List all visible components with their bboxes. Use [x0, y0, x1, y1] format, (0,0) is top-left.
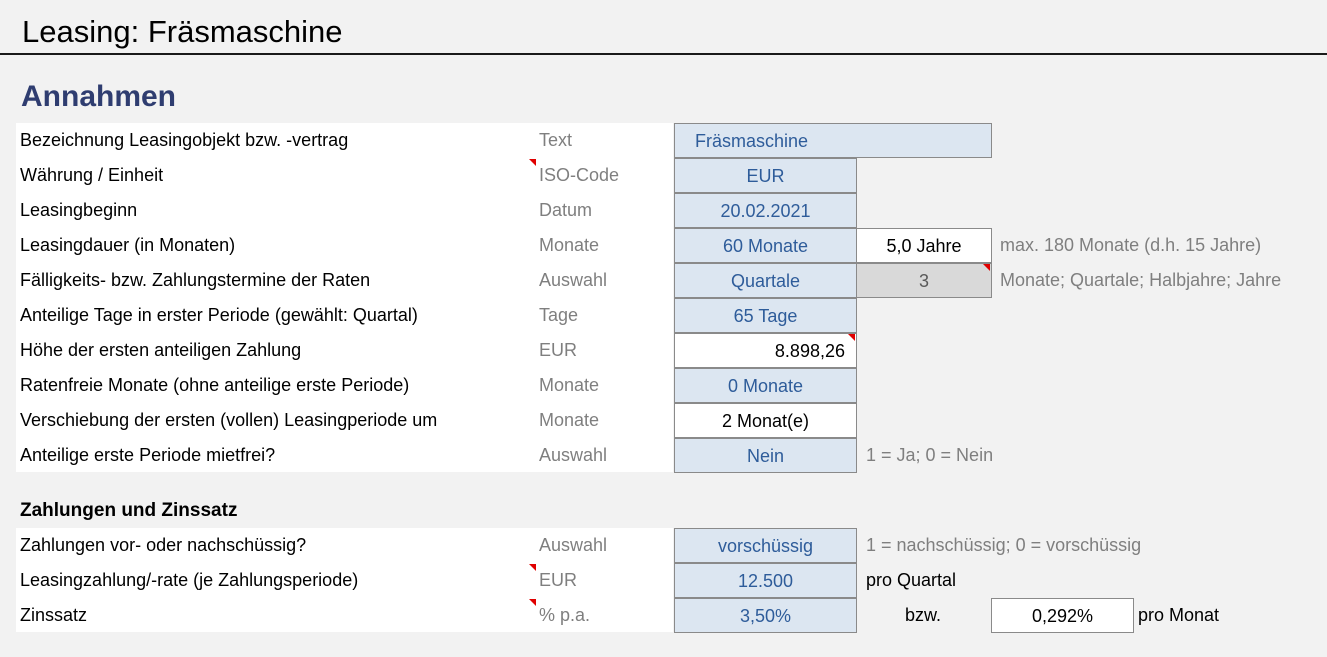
months-per-period[interactable]: 3 [856, 263, 992, 298]
row-unit: Datum [539, 200, 593, 220]
prorated-days-value[interactable]: 65 Tage [674, 298, 857, 333]
row-label: Höhe der ersten anteiligen Zahlung [20, 340, 302, 360]
section-heading-annahmen: Annahmen [21, 80, 177, 113]
row-first-payment: Höhe der ersten anteiligen Zahlung EUR 8… [0, 333, 1327, 368]
row-note: 1 = Ja; 0 = Nein [866, 445, 994, 465]
row-rate-free-months: Ratenfreie Monate (ohne anteilige erste … [0, 368, 1327, 403]
row-interest-rate: Zinssatz % p.a. 3,50% bzw. 0,292% pro Mo… [0, 598, 1327, 633]
row-unit: % p.a. [539, 605, 591, 625]
leasing-object-input[interactable]: Fräsmaschine [674, 123, 992, 158]
row-note: 1 = nachschüssig; 0 = vorschüssig [866, 535, 1142, 555]
row-unit: Text [539, 130, 573, 150]
row-unit: EUR [539, 570, 578, 590]
rate-free-months-input[interactable]: 0 Monate [674, 368, 857, 403]
payment-timing-select[interactable]: vorschüssig [674, 528, 857, 563]
row-unit: Auswahl [539, 535, 608, 555]
row-lease-rate: Leasingzahlung/-rate (je Zahlungsperiode… [0, 563, 1327, 598]
row-payment-schedule: Fälligkeits- bzw. Zahlungstermine der Ra… [0, 263, 1327, 298]
row-unit: Auswahl [539, 270, 608, 290]
row-label: Leasingbeginn [20, 200, 138, 220]
row-unit: Auswahl [539, 445, 608, 465]
section-heading-payments: Zahlungen und Zinssatz [20, 500, 238, 521]
row-label: Fälligkeits- bzw. Zahlungstermine der Ra… [20, 270, 371, 290]
row-period-shift: Verschiebung der ersten (vollen) Leasing… [0, 403, 1327, 438]
comment-indicator-icon[interactable] [529, 564, 536, 571]
first-payment-value[interactable]: 8.898,26 [674, 333, 857, 368]
monthly-rate-value[interactable]: 0,292% [991, 598, 1134, 633]
row-note: max. 180 Monate (d.h. 15 Jahre) [1000, 235, 1262, 255]
payment-schedule-select[interactable]: Quartale [674, 263, 857, 298]
lease-duration-years[interactable]: 5,0 Jahre [856, 228, 992, 263]
row-label: Anteilige erste Periode mietfrei? [20, 445, 276, 465]
lease-rate-input[interactable]: 12.500 [674, 563, 857, 598]
row-unit: ISO-Code [539, 165, 620, 185]
row-unit: Monate [539, 235, 600, 255]
row-lease-duration: Leasingdauer (in Monaten) Monate 60 Mona… [0, 228, 1327, 263]
comment-indicator-icon[interactable] [983, 264, 990, 271]
period-shift-value[interactable]: 2 Monat(e) [674, 403, 857, 438]
rent-free-select[interactable]: Nein [674, 438, 857, 473]
lease-duration-input[interactable]: 60 Monate [674, 228, 857, 263]
row-unit: EUR [539, 340, 578, 360]
row-label: Zahlungen vor- oder nachschüssig? [20, 535, 307, 555]
comment-indicator-icon[interactable] [529, 159, 536, 166]
row-label: Leasingzahlung/-rate (je Zahlungsperiode… [20, 570, 359, 590]
row-note: pro Monat [1138, 605, 1220, 625]
row-unit: Monate [539, 375, 600, 395]
comment-indicator-icon[interactable] [529, 599, 536, 606]
row-unit: Monate [539, 410, 600, 430]
row-label: Ratenfreie Monate (ohne anteilige erste … [20, 375, 410, 395]
row-unit: Tage [539, 305, 579, 325]
title-underline [0, 53, 1327, 55]
comment-indicator-icon[interactable] [848, 334, 855, 341]
row-rent-free: Anteilige erste Periode mietfrei? Auswah… [0, 438, 1327, 473]
row-payment-timing: Zahlungen vor- oder nachschüssig? Auswah… [0, 528, 1327, 563]
row-label: Leasingdauer (in Monaten) [20, 235, 236, 255]
row-label: Verschiebung der ersten (vollen) Leasing… [20, 410, 438, 430]
row-prorated-days: Anteilige Tage in erster Periode (gewähl… [0, 298, 1327, 333]
row-leasing-object: Bezeichnung Leasingobjekt bzw. -vertrag … [0, 123, 1327, 158]
row-label: Zinssatz [20, 605, 88, 625]
row-label: Anteilige Tage in erster Periode (gewähl… [20, 305, 418, 325]
lease-start-input[interactable]: 20.02.2021 [674, 193, 857, 228]
row-lease-start: Leasingbeginn Datum 20.02.2021 [0, 193, 1327, 228]
row-note-before: bzw. [905, 605, 942, 625]
row-label: Bezeichnung Leasingobjekt bzw. -vertrag [20, 130, 349, 150]
row-note: Monate; Quartale; Halbjahre; Jahre [1000, 270, 1282, 290]
row-currency: Währung / Einheit ISO-Code EUR [0, 158, 1327, 193]
row-label: Währung / Einheit [20, 165, 164, 185]
currency-input[interactable]: EUR [674, 158, 857, 193]
row-note: pro Quartal [866, 570, 957, 590]
sheet-title: Leasing: Fräsmaschine [22, 14, 343, 49]
interest-rate-input[interactable]: 3,50% [674, 598, 857, 633]
